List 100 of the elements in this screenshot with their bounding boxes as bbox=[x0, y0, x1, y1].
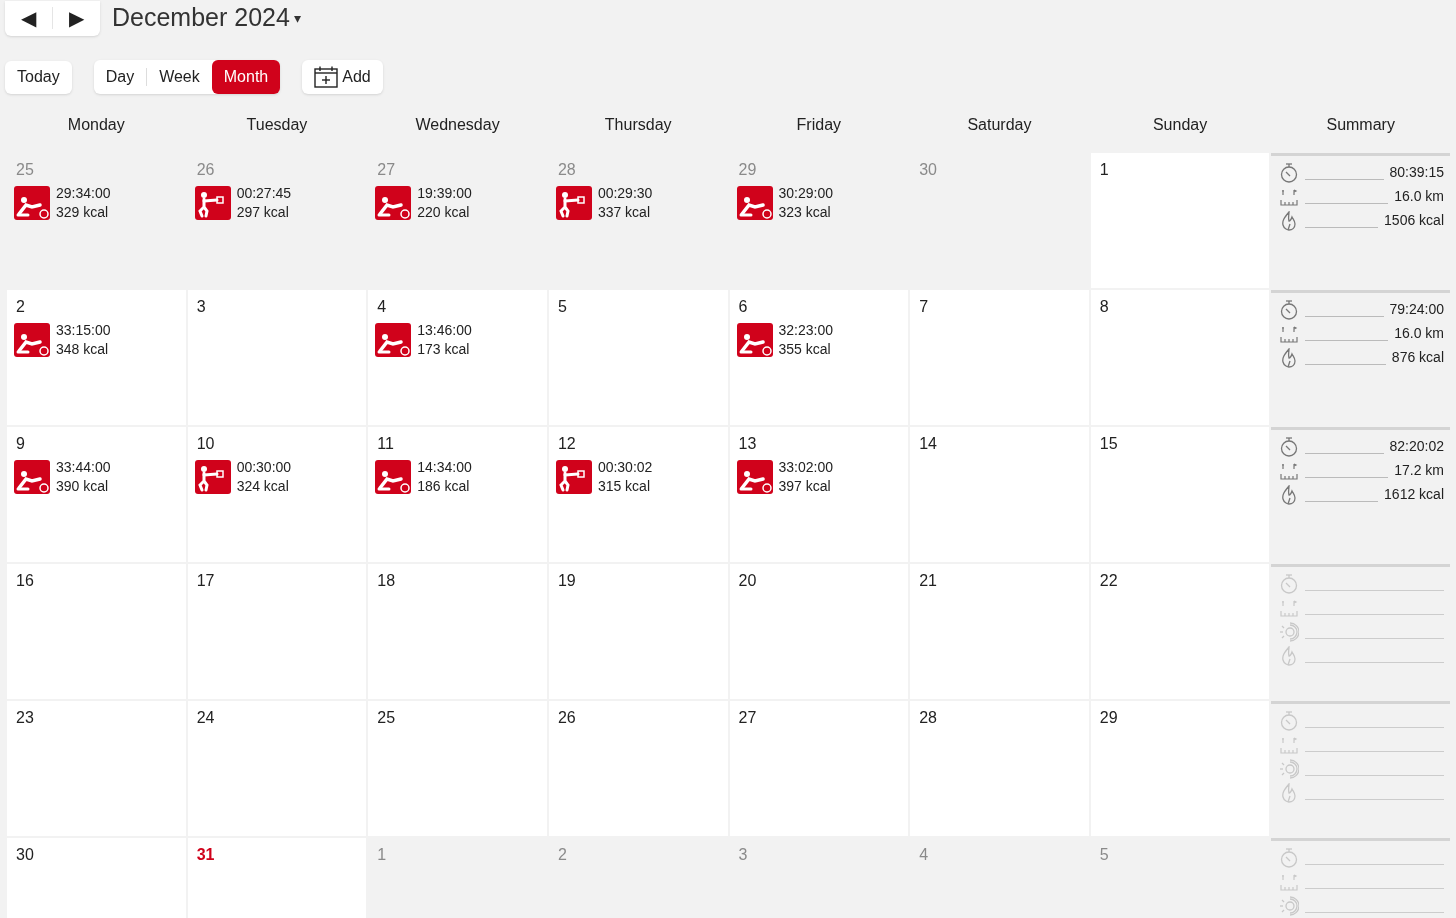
workout-duration: 29:34:00 bbox=[56, 184, 111, 203]
rowing-figure-icon bbox=[14, 460, 50, 494]
day-number: 23 bbox=[16, 710, 34, 726]
day-number: 2 bbox=[557, 847, 567, 863]
flame-icon bbox=[1281, 646, 1298, 666]
day-number: 14 bbox=[919, 436, 937, 452]
day-cell[interactable]: 24 bbox=[187, 701, 367, 836]
workout-duration: 32:23:00 bbox=[778, 321, 833, 340]
day-cell[interactable]: 25 bbox=[368, 701, 547, 836]
day-cell[interactable]: 18 bbox=[368, 564, 547, 699]
day-cell[interactable]: 19 bbox=[548, 564, 728, 699]
workout-entry[interactable]: 33:15:00 348 kcal bbox=[14, 321, 179, 359]
workout-duration: 00:29:30 bbox=[597, 184, 653, 203]
day-number: 29 bbox=[1099, 710, 1118, 726]
ruler-icon bbox=[1280, 600, 1299, 618]
day-cell[interactable]: 17 bbox=[187, 564, 367, 699]
workout-duration: 19:39:00 bbox=[417, 184, 472, 203]
workout-entry[interactable]: 32:23:00 355 kcal bbox=[736, 321, 902, 359]
workout-entry[interactable]: 00:30:02 315 kcal bbox=[555, 458, 721, 496]
day-number: 3 bbox=[738, 847, 748, 863]
workout-entry[interactable]: 13:46:00 173 kcal bbox=[375, 321, 540, 359]
day-cell[interactable]: 6 32:23:00 355 kcal bbox=[729, 290, 909, 425]
day-cell[interactable]: 2 33:15:00 348 kcal bbox=[7, 290, 186, 425]
ruler-icon bbox=[1280, 874, 1299, 892]
day-cell[interactable]: 10 00:30:00 324 kcal bbox=[187, 427, 367, 562]
power-icon bbox=[1279, 759, 1300, 779]
day-cell[interactable]: 16 bbox=[7, 564, 186, 699]
day-cell[interactable]: 26 bbox=[548, 701, 728, 836]
workout-entry[interactable]: 30:29:00 323 kcal bbox=[736, 184, 902, 222]
month-picker[interactable]: December 2024 ▾ bbox=[112, 0, 301, 37]
workout-entry[interactable]: 00:30:00 324 kcal bbox=[194, 458, 360, 496]
summary-value: 82:20:02 bbox=[1389, 437, 1444, 456]
weekday-header: Wednesday bbox=[414, 115, 501, 135]
day-cell[interactable]: 8 bbox=[1090, 290, 1270, 425]
flame-icon bbox=[1281, 348, 1298, 368]
workout-entry[interactable]: 33:44:00 390 kcal bbox=[14, 458, 179, 496]
day-number: 19 bbox=[557, 573, 576, 589]
next-button[interactable]: ▶ bbox=[65, 8, 88, 28]
workout-entry[interactable]: 29:34:00 329 kcal bbox=[14, 184, 179, 222]
day-cell[interactable]: 14 bbox=[910, 427, 1089, 562]
view-tab[interactable]: Day bbox=[93, 60, 147, 94]
workout-calories: 173 kcal bbox=[417, 340, 471, 359]
workout-calories: 390 kcal bbox=[56, 477, 110, 496]
view-tab[interactable]: Week bbox=[147, 60, 212, 94]
ruler-icon bbox=[1280, 737, 1299, 755]
day-cell[interactable]: 30 bbox=[7, 838, 186, 918]
day-cell[interactable]: 4 13:46:00 173 kcal bbox=[368, 290, 547, 425]
weekday-header: Sunday bbox=[1151, 115, 1209, 135]
workout-entry[interactable]: 33:02:00 397 kcal bbox=[736, 458, 902, 496]
day-cell[interactable]: 3 bbox=[187, 290, 367, 425]
day-cell[interactable]: 21 bbox=[910, 564, 1089, 699]
workout-entry[interactable]: 19:39:00 220 kcal bbox=[375, 184, 540, 222]
day-cell[interactable]: 29 bbox=[1090, 701, 1270, 836]
lifting-figure-icon bbox=[194, 460, 231, 494]
add-button[interactable]: Add bbox=[302, 60, 383, 94]
summary-value: 1612 kcal bbox=[1384, 485, 1444, 504]
day-number: 10 bbox=[196, 436, 215, 452]
day-cell[interactable]: 20 bbox=[729, 564, 909, 699]
lifting-figure-icon bbox=[555, 186, 592, 220]
day-number: 4 bbox=[377, 299, 387, 315]
workout-calories: 220 kcal bbox=[417, 203, 471, 222]
day-cell[interactable]: 27 bbox=[729, 701, 909, 836]
day-cell[interactable]: 7 bbox=[910, 290, 1089, 425]
summary-value: 876 kcal bbox=[1391, 348, 1444, 367]
workout-entry[interactable]: 14:34:00 186 kcal bbox=[375, 458, 540, 496]
day-cell[interactable]: 11 14:34:00 186 kcal bbox=[368, 427, 547, 562]
stopwatch-icon bbox=[1280, 848, 1299, 868]
flame-icon bbox=[1281, 783, 1298, 803]
workout-calories: 337 kcal bbox=[597, 203, 652, 222]
summary-value: 16.0 km bbox=[1394, 187, 1444, 206]
day-number: 1 bbox=[377, 847, 387, 863]
day-number: 28 bbox=[557, 162, 576, 178]
day-cell[interactable]: 15 bbox=[1090, 427, 1270, 562]
day-cell[interactable]: 22 bbox=[1090, 564, 1270, 699]
summary-value: 1506 kcal bbox=[1384, 211, 1444, 230]
workout-entry[interactable]: 00:27:45 297 kcal bbox=[194, 184, 360, 222]
day-cell[interactable]: 28 bbox=[910, 701, 1089, 836]
day-cell[interactable]: 5 bbox=[548, 290, 728, 425]
day-number: 30 bbox=[16, 847, 34, 863]
rowing-figure-icon bbox=[375, 323, 412, 357]
previous-button[interactable]: ◀ bbox=[17, 8, 40, 28]
day-cell[interactable]: 9 33:44:00 390 kcal bbox=[7, 427, 186, 562]
day-cell[interactable]: 31 bbox=[187, 838, 367, 918]
day-number: 2 bbox=[16, 299, 25, 315]
day-cell[interactable]: 1 bbox=[1090, 153, 1270, 288]
day-number: 5 bbox=[557, 299, 567, 315]
today-button[interactable]: Today bbox=[5, 60, 72, 94]
day-cell[interactable]: 13 33:02:00 397 kcal bbox=[729, 427, 909, 562]
rowing-figure-icon bbox=[14, 186, 50, 220]
day-cell[interactable]: 23 bbox=[7, 701, 186, 836]
stopwatch-icon bbox=[1280, 437, 1299, 457]
workout-entry[interactable]: 00:29:30 337 kcal bbox=[555, 184, 721, 222]
ruler-icon bbox=[1280, 326, 1299, 344]
day-cell[interactable]: 12 00:30:02 315 kcal bbox=[548, 427, 728, 562]
rowing-figure-icon bbox=[14, 323, 50, 357]
weekday-header: Saturday bbox=[966, 115, 1033, 135]
day-number: 26 bbox=[557, 710, 576, 726]
day-number: 7 bbox=[919, 299, 929, 315]
view-tab[interactable]: Month bbox=[211, 60, 281, 94]
day-number: 22 bbox=[1099, 573, 1118, 589]
